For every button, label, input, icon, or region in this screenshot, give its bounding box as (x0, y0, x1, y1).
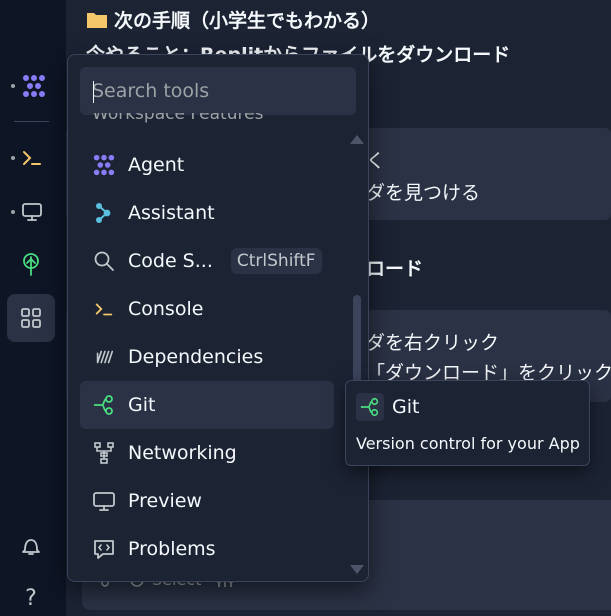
menu-item-label: Console (128, 298, 204, 320)
agent-icon (92, 153, 116, 177)
grid-icon (21, 308, 41, 328)
menu-item-label: Networking (128, 442, 237, 464)
steps-heading: 次の手順（小学生でもわかる） (86, 6, 380, 33)
deployments-icon (23, 253, 39, 276)
problems-icon (92, 537, 116, 561)
tools-list: Agent Assistant Code S... CtrlShiftF Con… (80, 141, 334, 573)
menu-item-code-search[interactable]: Code S... CtrlShiftF (80, 237, 334, 285)
monitor-icon (22, 203, 42, 221)
text-caret (93, 81, 94, 103)
menu-item-assistant[interactable]: Assistant (80, 189, 334, 237)
menu-item-networking[interactable]: Networking (80, 429, 334, 477)
help-button[interactable]: ? (7, 574, 55, 616)
help-icon: ? (25, 585, 37, 611)
search-tools-input[interactable] (80, 67, 356, 115)
search-icon (92, 249, 116, 273)
menu-item-git[interactable]: Git (80, 381, 334, 429)
menu-item-agent[interactable]: Agent (80, 141, 334, 189)
rail-console-button[interactable] (8, 134, 56, 182)
scroll-up-arrow[interactable] (350, 135, 364, 144)
step-text-3: ダを右クリック (366, 332, 500, 354)
tooltip-header: Git (356, 393, 419, 421)
assistant-icon (92, 201, 116, 225)
menu-item-problems[interactable]: Problems (80, 525, 334, 573)
scroll-down-arrow[interactable] (350, 565, 364, 574)
rail-deployments-button[interactable] (7, 240, 55, 288)
bell-icon (22, 539, 40, 555)
menu-item-label: Agent (128, 154, 185, 176)
rail-divider (14, 121, 49, 122)
git-icon (92, 393, 116, 417)
menu-item-dependencies[interactable]: Dependencies (80, 333, 334, 381)
menu-item-label: Assistant (128, 202, 215, 224)
console-icon (92, 297, 116, 321)
git-icon (356, 393, 384, 421)
tooltip-description: Version control for your App (356, 434, 580, 453)
menu-item-preview[interactable]: Preview (80, 477, 334, 525)
tools-dropdown: Workspace Features Agent Assistant (67, 54, 369, 582)
rail-agent-button[interactable] (10, 62, 58, 110)
dependencies-icon (92, 345, 116, 369)
rail-all-tools-button[interactable] (7, 294, 55, 342)
step-heading-2: ロード (366, 258, 424, 280)
step-text-2: ダを見つける (366, 182, 481, 204)
menu-item-label: Preview (128, 490, 202, 512)
keyboard-shortcut: CtrlShiftF (230, 248, 322, 274)
console-icon (23, 151, 41, 165)
menu-item-label: Problems (128, 538, 216, 560)
networking-icon (92, 441, 116, 465)
activity-rail: ? (0, 0, 66, 616)
tooltip-title: Git (392, 396, 420, 418)
preview-icon (92, 489, 116, 513)
menu-item-label: Git (128, 394, 156, 416)
rail-notifications-button[interactable] (7, 522, 55, 570)
git-tooltip: Git Version control for your App (345, 380, 590, 466)
agent-icon (23, 75, 45, 97)
menu-item-label: Dependencies (128, 346, 264, 368)
rail-preview-button[interactable] (8, 188, 56, 236)
menu-item-label: Code S... (128, 250, 213, 272)
menu-item-console[interactable]: Console (80, 285, 334, 333)
folder-icon (87, 13, 107, 28)
section-header-workspace-features: Workspace Features (92, 113, 264, 124)
